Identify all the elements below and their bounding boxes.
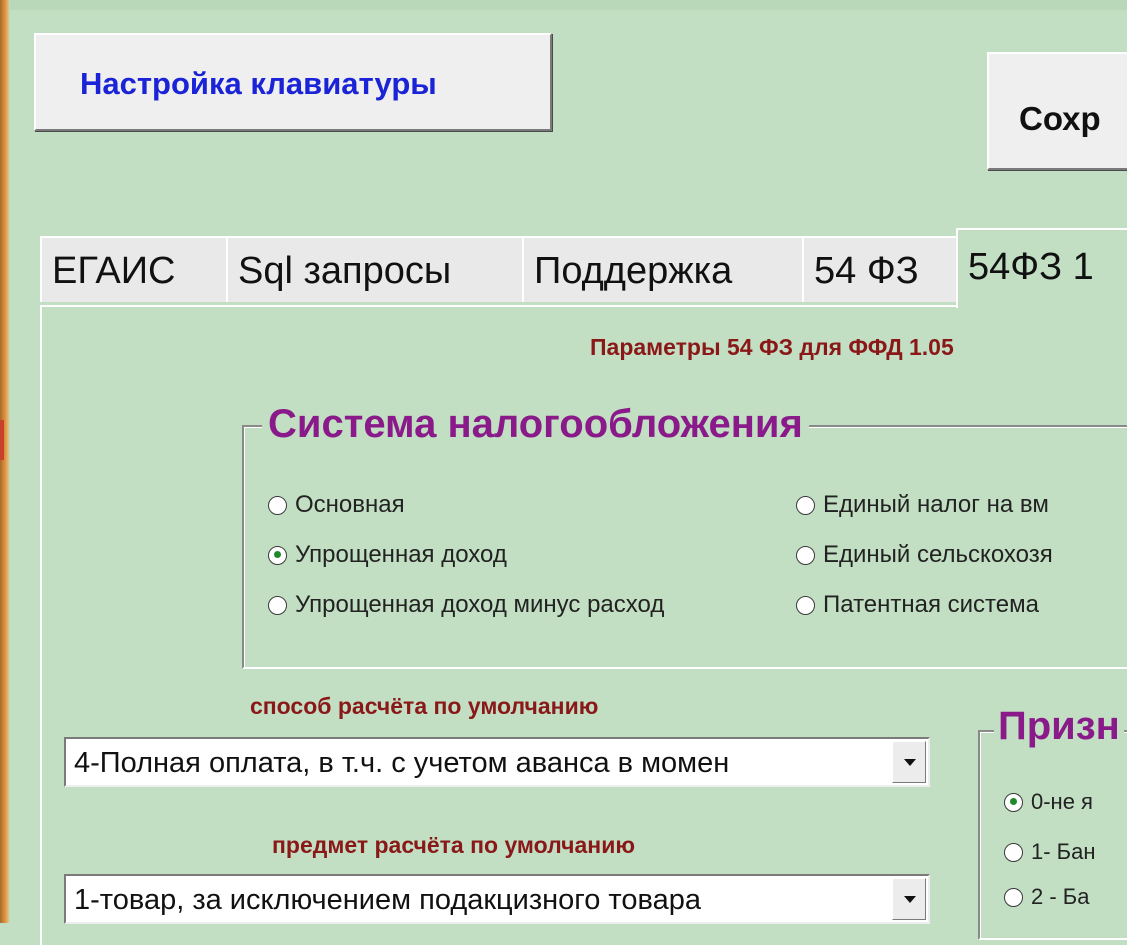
radio-tax-basic[interactable]: Основная: [268, 491, 405, 519]
payment-subject-value: 1-товар, за исключением подакцизного тов…: [74, 884, 701, 916]
radio-circle: [1004, 887, 1023, 907]
keyboard-settings-button[interactable]: Настройка клавиатуры: [34, 33, 552, 131]
radio-tax-patent[interactable]: Патентная система: [796, 591, 1039, 619]
tab-54fz-1[interactable]: 54ФЗ 1: [956, 228, 1127, 308]
tax-system-title: Система налогообложения: [262, 402, 809, 447]
radio-label: 2 - Ба: [1031, 884, 1090, 909]
radio-label: 1- Бан: [1031, 839, 1096, 864]
radio-circle: [1004, 842, 1023, 862]
radio-tax-imputed-income[interactable]: Единый налог на вм: [796, 491, 1049, 519]
radio-label: Патентная система: [823, 591, 1039, 618]
radio-tax-simplified-income-expense[interactable]: Упрощенная доход минус расход: [268, 591, 664, 619]
payment-method-select[interactable]: 4-Полная оплата, в т.ч. с учетом аванса …: [64, 737, 930, 787]
radio-circle: [268, 595, 287, 615]
radio-label: Единый сельскохозя: [823, 541, 1053, 568]
chevron-down-icon[interactable]: [892, 741, 926, 783]
tab-sql-queries[interactable]: Sql запросы: [226, 236, 524, 302]
radio-agent-0[interactable]: 0-не я: [1004, 789, 1093, 815]
radio-circle: [796, 595, 815, 615]
radio-circle-checked: [268, 545, 287, 565]
tab-egais[interactable]: ЕГАИС: [40, 236, 228, 302]
save-button[interactable]: Сохр: [987, 52, 1127, 170]
radio-circle: [796, 495, 815, 515]
radio-label: Упрощенная доход: [295, 541, 507, 568]
window-edge-accent: [0, 420, 4, 460]
tab-54fz[interactable]: 54 ФЗ: [802, 236, 958, 302]
radio-tax-simplified-income[interactable]: Упрощенная доход: [268, 541, 507, 569]
payment-method-label: способ расчёта по умолчанию: [250, 693, 599, 719]
radio-label: 0-не я: [1031, 789, 1093, 814]
payment-method-value: 4-Полная оплата, в т.ч. с учетом аванса …: [74, 747, 730, 779]
window-top-strip: [10, 0, 1127, 10]
radio-label: Единый налог на вм: [823, 491, 1049, 518]
radio-tax-agricultural[interactable]: Единый сельскохозя: [796, 541, 1053, 569]
tab-support[interactable]: Поддержка: [522, 236, 804, 302]
payment-subject-select[interactable]: 1-товар, за исключением подакцизного тов…: [64, 874, 930, 924]
page-title: Параметры 54 ФЗ для ФФД 1.05: [590, 334, 954, 360]
radio-circle: [268, 495, 287, 515]
radio-agent-1[interactable]: 1- Бан: [1004, 839, 1096, 865]
window-left-edge: [0, 0, 10, 923]
radio-circle-checked: [1004, 792, 1023, 812]
chevron-down-icon[interactable]: [892, 878, 926, 920]
radio-label: Упрощенная доход минус расход: [295, 591, 665, 618]
agent-sign-title: Призн: [994, 704, 1124, 749]
payment-subject-label: предмет расчёта по умолчанию: [272, 832, 635, 858]
radio-agent-2[interactable]: 2 - Ба: [1004, 884, 1089, 910]
radio-circle: [796, 545, 815, 565]
radio-label: Основная: [295, 491, 405, 518]
